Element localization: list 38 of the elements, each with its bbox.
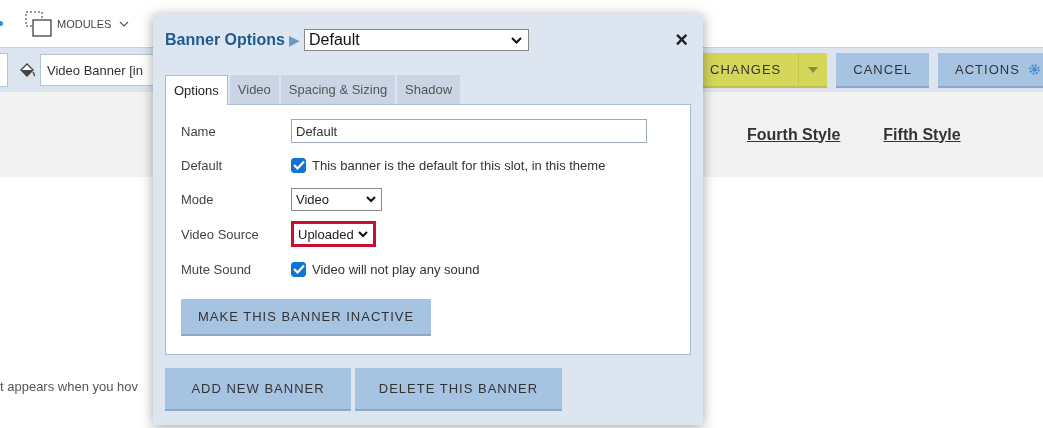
checkbox-label: Video will not play any sound [312, 261, 480, 277]
style-link[interactable]: Fourth Style [747, 125, 841, 144]
tab[interactable]: Options [165, 75, 228, 105]
field-label: Name [181, 123, 217, 139]
tab[interactable]: Spacing & Sizing [280, 75, 396, 104]
checkbox[interactable] [291, 261, 306, 277]
field-label: Mute Sound [181, 261, 253, 277]
tab[interactable]: Shadow [397, 75, 461, 104]
field-label: Video Source [181, 226, 260, 242]
gear-icon [1027, 63, 1041, 76]
checkbox[interactable] [291, 157, 306, 173]
dropdown-select[interactable]: Video [291, 187, 382, 211]
caret-icon [808, 66, 819, 73]
cancel-button[interactable]: CANCEL [836, 53, 930, 88]
modules-menu[interactable]: MODULES [57, 17, 112, 30]
tab[interactable]: Video [229, 75, 279, 104]
paint-bucket-icon [18, 61, 36, 79]
name-field[interactable]: Default [291, 119, 647, 143]
style-link[interactable]: Fifth Style [883, 125, 961, 144]
field-label: Default [181, 157, 224, 173]
field-label: Mode [181, 191, 215, 207]
actions-button[interactable]: ACTIONS [938, 53, 1043, 88]
close-button[interactable]: × [675, 29, 688, 51]
checkbox-label: This banner is the default for this slot, in this theme [312, 157, 606, 173]
add-banner-button[interactable]: ADD NEW BANNER [165, 368, 351, 411]
delete-banner-button[interactable]: DELETE THIS BANNER [355, 368, 562, 411]
dialog-title: Banner Options [165, 31, 285, 49]
chevron-icon [119, 20, 130, 27]
chevron-icon [366, 195, 376, 203]
chevron-icon [357, 230, 368, 238]
arrow-glyph: ▶ [289, 32, 300, 48]
body-text: t appears when you hov [0, 379, 139, 394]
toolbar-field[interactable] [0, 53, 8, 87]
dropdown-button[interactable] [798, 53, 828, 88]
preset-select[interactable]: Default [304, 29, 529, 51]
modules-icon [25, 10, 53, 37]
dropdown-select[interactable]: Uploaded [291, 221, 376, 247]
chevron-icon [511, 36, 522, 44]
